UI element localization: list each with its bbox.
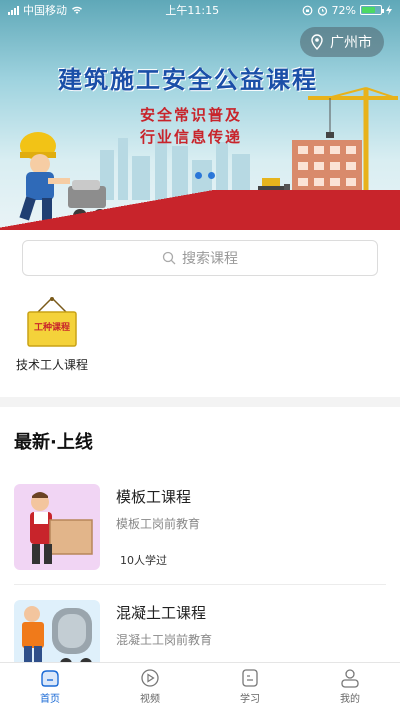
- bottom-tab-bar: 首页 视频 学习 我的: [0, 662, 400, 710]
- user-icon: [339, 668, 361, 688]
- learner-count: 10人学过: [120, 552, 200, 568]
- tab-label: 视频: [140, 690, 160, 705]
- tab-label: 首页: [40, 690, 60, 705]
- banner-title: 建筑施工安全公益课程: [58, 60, 318, 95]
- banner-subtitle-line1: 安全常识普及: [140, 104, 242, 126]
- section-divider: [0, 397, 400, 407]
- status-time: 上午11:15: [165, 2, 219, 18]
- carousel-dot: [208, 172, 215, 179]
- battery-icon: [360, 5, 382, 15]
- study-icon: [239, 668, 261, 688]
- category-label: 技术工人课程: [12, 356, 92, 373]
- tab-label: 学习: [240, 690, 260, 705]
- signal-icon: [8, 6, 19, 15]
- carousel-indicator: [195, 172, 215, 179]
- location-selector[interactable]: 广州市: [300, 27, 384, 57]
- tab-label: 我的: [340, 690, 360, 705]
- course-card[interactable]: 模板工课程 模板工岗前教育 10人学过: [14, 484, 386, 570]
- search-placeholder: 搜索课程: [182, 248, 238, 268]
- rotation-lock-icon: [302, 5, 313, 16]
- status-bar: 中国移动 上午11:15 72%: [0, 0, 400, 20]
- sign-board-text: 工种课程: [28, 320, 76, 333]
- tab-profile[interactable]: 我的: [300, 663, 400, 710]
- course-title: 混凝土工课程: [116, 602, 212, 623]
- carousel-dot: [195, 172, 202, 179]
- red-ribbon-decoration: [0, 190, 400, 230]
- search-input[interactable]: 搜索课程: [22, 240, 378, 276]
- wifi-icon: [71, 5, 83, 15]
- search-icon: [162, 251, 176, 265]
- play-icon: [139, 668, 161, 688]
- course-separator: [14, 584, 386, 585]
- section-title: 最新·上线: [14, 428, 93, 454]
- battery-percent: 72%: [332, 4, 356, 17]
- location-label: 广州市: [330, 32, 372, 52]
- course-description: 模板工岗前教育: [116, 515, 200, 532]
- category-item-technical-workers[interactable]: 工种课程 技术工人课程: [12, 296, 92, 373]
- tab-study[interactable]: 学习: [200, 663, 300, 710]
- banner-subtitle-line2: 行业信息传递: [140, 126, 242, 148]
- banner-subtitle: 安全常识普及 行业信息传递: [140, 104, 242, 148]
- course-title: 模板工课程: [116, 486, 200, 507]
- location-pin-icon: [310, 34, 324, 50]
- alarm-icon: [317, 5, 328, 16]
- course-thumbnail: [14, 484, 100, 570]
- home-icon: [39, 668, 61, 688]
- charging-icon: [386, 5, 392, 15]
- tab-home[interactable]: 首页: [0, 663, 100, 710]
- sign-board-icon: 工种课程: [24, 296, 80, 350]
- carrier-label: 中国移动: [23, 2, 67, 18]
- course-description: 混凝土工岗前教育: [116, 631, 212, 648]
- tab-video[interactable]: 视频: [100, 663, 200, 710]
